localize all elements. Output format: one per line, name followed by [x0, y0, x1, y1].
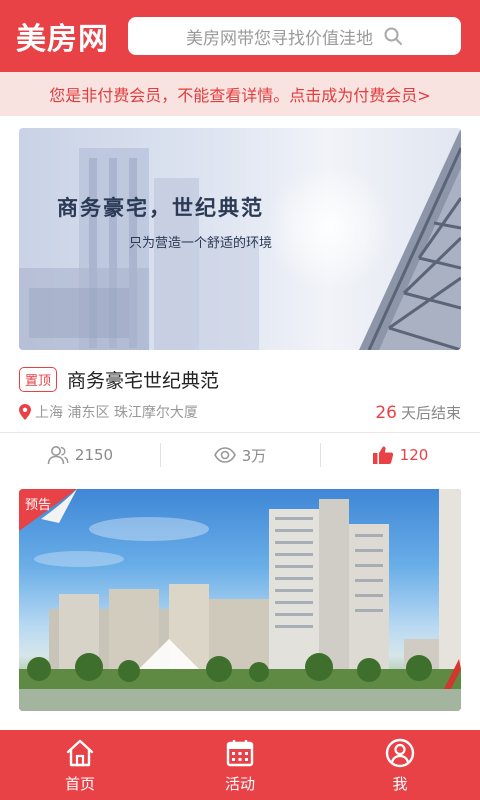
app-root: 美房网 美房网带您寻找价值洼地 您是非付费会员，不能查看详情。点击成为付费会员> — [0, 0, 480, 800]
user-icon — [385, 738, 415, 767]
pinned-tag: 置顶 — [19, 367, 58, 392]
eye-icon — [213, 447, 236, 463]
search-placeholder: 美房网带您寻找价值洼地 — [186, 28, 373, 49]
listing-location: 上海 浦东区 珠江摩尔大厦 — [19, 402, 198, 422]
search-box[interactable]: 美房网带您寻找价值洼地 — [128, 17, 461, 55]
membership-notice[interactable]: 您是非付费会员，不能查看详情。点击成为付费会员> — [0, 72, 480, 116]
thumbs-up-icon[interactable] — [372, 445, 394, 465]
nav-profile[interactable]: 我 — [320, 730, 480, 800]
nav-activity[interactable]: 活动 — [160, 730, 320, 800]
listing-title[interactable]: 商务豪宅世纪典范 — [67, 366, 219, 393]
image-subline: 只为营造一个舒适的环境 — [129, 236, 273, 251]
people-icon — [47, 446, 69, 465]
participants-stat[interactable]: 2150 — [0, 433, 160, 477]
home-icon — [66, 739, 94, 766]
membership-notice-text: 您是非付费会员，不能查看详情。点击成为付费会员> — [49, 86, 431, 105]
countdown-label: 天后结束 — [400, 403, 461, 422]
preview-label: 预告 — [25, 498, 52, 513]
calendar-icon — [226, 739, 254, 766]
listing-meta: 上海 浦东区 珠江摩尔大厦 26 天后结束 — [19, 401, 461, 423]
nav-home[interactable]: 首页 — [0, 730, 160, 800]
views-stat[interactable]: 3万 — [160, 433, 320, 477]
bottom-nav: 首页 活动 我 — [0, 730, 480, 800]
nav-activity-label: 活动 — [224, 774, 255, 793]
listing-feed[interactable]: 商务豪宅，世纪典范 只为营造一个舒适的环境 置顶 商务豪宅世纪典范 上海 浦东区… — [0, 116, 480, 730]
card-separator — [0, 477, 480, 485]
image-headline: 商务豪宅，世纪典范 — [57, 195, 264, 220]
nav-home-label: 首页 — [64, 774, 95, 793]
likes-count: 120 — [399, 446, 429, 464]
nav-profile-label: 我 — [392, 774, 408, 793]
countdown-days: 26 — [375, 402, 397, 423]
top-bar: 美房网 美房网带您寻找价值洼地 — [0, 0, 480, 72]
app-logo[interactable]: 美房网 — [16, 14, 109, 58]
listing-title-row[interactable]: 置顶 商务豪宅世纪典范 — [19, 366, 219, 393]
listing-image[interactable]: 商务豪宅，世纪典范 只为营造一个舒适的环境 — [19, 128, 461, 350]
countdown: 26 天后结束 — [375, 402, 461, 423]
listing-image[interactable]: 预告 — [19, 489, 461, 711]
likes-stat[interactable]: 120 — [320, 433, 480, 477]
listing-stats: 2150 3万 120 — [0, 433, 480, 477]
location-pin-icon — [19, 404, 31, 420]
participants-count: 2150 — [74, 446, 114, 464]
sunlight-glow — [259, 168, 399, 288]
search-icon[interactable] — [383, 26, 403, 46]
location-text: 上海 浦东区 珠江摩尔大厦 — [35, 405, 198, 421]
building-illustration — [19, 489, 461, 711]
views-count: 3万 — [241, 446, 267, 465]
